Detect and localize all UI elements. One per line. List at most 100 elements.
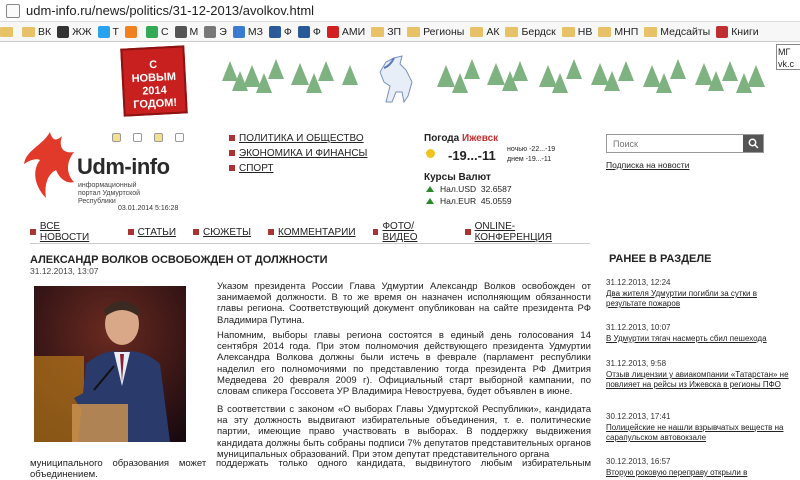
bookmark-label: Т (112, 25, 119, 38)
nav-sport[interactable]: СПОРТ (229, 163, 274, 174)
weather-day: днем -19...-11 (507, 156, 552, 163)
news-date: 30.12.2013, 16:57 (606, 457, 671, 466)
nav-photo-video[interactable]: ФОТО/ВИДЕО (372, 221, 448, 243)
logo-name: Udm-info (77, 154, 170, 179)
bullet-icon (229, 165, 235, 172)
nav-all-news[interactable]: ВСЕ НОВОСТИ (30, 221, 111, 243)
bookmark-item[interactable]: АМИ (326, 25, 365, 38)
bookmark-item[interactable]: МНП (598, 26, 638, 38)
bookmark-label: Регионы (423, 25, 465, 38)
weather-temp: -19...-11 (448, 148, 496, 163)
news-link[interactable]: Отзыв лицензии у авиакомпании «Татарстан… (606, 370, 796, 390)
divider (30, 243, 590, 244)
bookmark-label: Медсайты (660, 25, 711, 38)
news-date: 31.12.2013, 9:58 (606, 359, 667, 368)
news-date: 31.12.2013, 10:07 (606, 323, 671, 332)
home-icon[interactable] (112, 133, 121, 142)
search-icon (748, 138, 759, 149)
news-link[interactable]: Полицейские не нашли взрывчатых веществ … (606, 423, 796, 443)
mobile-icon[interactable] (175, 133, 184, 142)
subscribe-link[interactable]: Подписка на новости (606, 160, 689, 170)
news-link[interactable]: Два жителя Удмуртии погибли за сутки в р… (606, 289, 796, 309)
nav-economy-label: ЭКОНОМИКА И ФИНАНСЫ (239, 148, 368, 159)
folder-icon (407, 26, 421, 37)
rate-value: 32.6587 (480, 184, 512, 194)
current-datetime: 03.01.2014 5:16:28 (118, 205, 179, 212)
nav-politics-label: ПОЛИТИКА И ОБЩЕСТВО (239, 133, 364, 144)
nav-articles[interactable]: СТАТЬИ (127, 224, 176, 240)
rates-title: Курсы Валют (424, 172, 491, 183)
logo-subtitle: информационный портал Удмуртской Республ… (78, 182, 141, 205)
folder-icon (470, 26, 484, 37)
search-box (606, 134, 764, 153)
bullet-icon (464, 229, 471, 235)
mail-icon (174, 25, 187, 38)
news-link[interactable]: В Удмуртии тягач насмерть сбил пешехода (606, 334, 796, 344)
nav-photo-video-label: ФОТО/ВИДЕО (382, 221, 418, 243)
weather-city[interactable]: Ижевск (462, 133, 498, 144)
news-link[interactable]: Вторую роковую переправу открыли в (606, 468, 796, 478)
bookmark-item[interactable] (0, 26, 16, 37)
bullet-icon (30, 229, 36, 235)
nav-stories[interactable]: СЮЖЕТЫ (193, 224, 251, 240)
star-icon[interactable] (154, 133, 163, 142)
bullet-icon (229, 135, 235, 142)
bookmark-label: ЗП (387, 25, 402, 38)
house-icon[interactable] (133, 133, 142, 142)
bookmark-item[interactable]: ЗП (371, 26, 401, 38)
twitter-icon (97, 25, 110, 38)
bookmark-item[interactable]: ЖЖ (57, 25, 92, 38)
bookmark-item[interactable]: Книги (716, 25, 759, 38)
bookmark-item[interactable]: Ф (297, 25, 321, 38)
bookmark-item[interactable]: НВ (561, 25, 593, 38)
bullet-icon (268, 229, 275, 235)
bookmark-label: НВ (577, 25, 593, 38)
nav-stories-label: СЮЖЕТЫ (203, 226, 252, 238)
bookmark-item[interactable]: Э (204, 25, 227, 38)
nav-online-conference[interactable]: ONLINE-КОНФЕРЕНЦИЯ (464, 221, 590, 243)
sidebar-news-item[interactable]: 31.12.2013, 12:24 Два жителя Удмуртии пог… (606, 278, 796, 309)
bookmark-label: Ф (283, 25, 292, 38)
f-icon (268, 25, 281, 38)
bookmark-item[interactable]: Регионы (407, 26, 464, 38)
folder-icon (371, 26, 385, 37)
page-icon (6, 3, 20, 18)
nav-online-conference-label: ONLINE-КОНФЕРЕНЦИЯ (474, 221, 552, 243)
search-button[interactable] (743, 135, 763, 152)
section-nav: ВСЕ НОВОСТИ СТАТЬИ СЮЖЕТЫ КОММЕНТАРИИ ФО… (30, 221, 590, 243)
bookmark-item[interactable]: Ф (268, 25, 292, 38)
bookmark-label: Бердск (521, 25, 556, 38)
sidebar-news-item[interactable]: 31.12.2013, 9:58 Отзыв лицензии у авиаком… (606, 359, 796, 390)
weather-night: ночью -22...-19 (507, 146, 556, 153)
bookmark-label: С (160, 25, 169, 38)
rate-usd: Нал.USD 32.6587 (426, 184, 512, 194)
article-paragraph-2: Напомним, выборы главы региона состоятся… (217, 330, 591, 398)
nav-comments[interactable]: КОММЕНТАРИИ (268, 224, 356, 240)
url-text[interactable]: udm-info.ru/news/politics/31-12-2013/avo… (26, 3, 314, 18)
bookmark-item[interactable]: С (145, 25, 169, 38)
bookmark-item[interactable] (124, 25, 140, 38)
bookmark-item[interactable]: АК (470, 26, 499, 38)
bullet-icon (127, 229, 134, 235)
sidebar-news-item[interactable]: 30.12.2013, 16:57 Вторую роковую переправ… (606, 457, 796, 478)
bookmark-label: М (189, 25, 199, 38)
rate-eur: Нал.EUR 45.0559 (426, 196, 512, 206)
bookmark-item[interactable]: МЗ (232, 25, 263, 38)
sidebar-news-item[interactable]: 30.12.2013, 17:41 Полицейские не нашли вз… (606, 412, 796, 443)
sidebar-news-item[interactable]: 31.12.2013, 10:07 В Удмуртии тягач насмер… (606, 323, 796, 344)
nav-comments-label: КОММЕНТАРИИ (278, 226, 356, 238)
bullet-icon (229, 150, 235, 157)
bookmark-item[interactable]: М (174, 25, 199, 38)
search-input[interactable] (607, 135, 743, 152)
bookmark-item[interactable]: Медсайты (644, 26, 710, 38)
up-arrow-icon (426, 186, 434, 192)
folder-icon (22, 26, 35, 37)
nav-economy[interactable]: ЭКОНОМИКА И ФИНАНСЫ (229, 148, 367, 159)
folder-icon (598, 26, 612, 37)
address-bar[interactable]: udm-info.ru/news/politics/31-12-2013/avo… (0, 0, 800, 22)
nav-politics[interactable]: ПОЛИТИКА И ОБЩЕСТВО (229, 133, 364, 144)
up-arrow-icon (426, 198, 434, 204)
bookmark-item[interactable]: ВК (22, 26, 51, 38)
bookmark-item[interactable]: Т (97, 25, 119, 38)
bookmark-item[interactable]: Бердск (505, 25, 556, 38)
